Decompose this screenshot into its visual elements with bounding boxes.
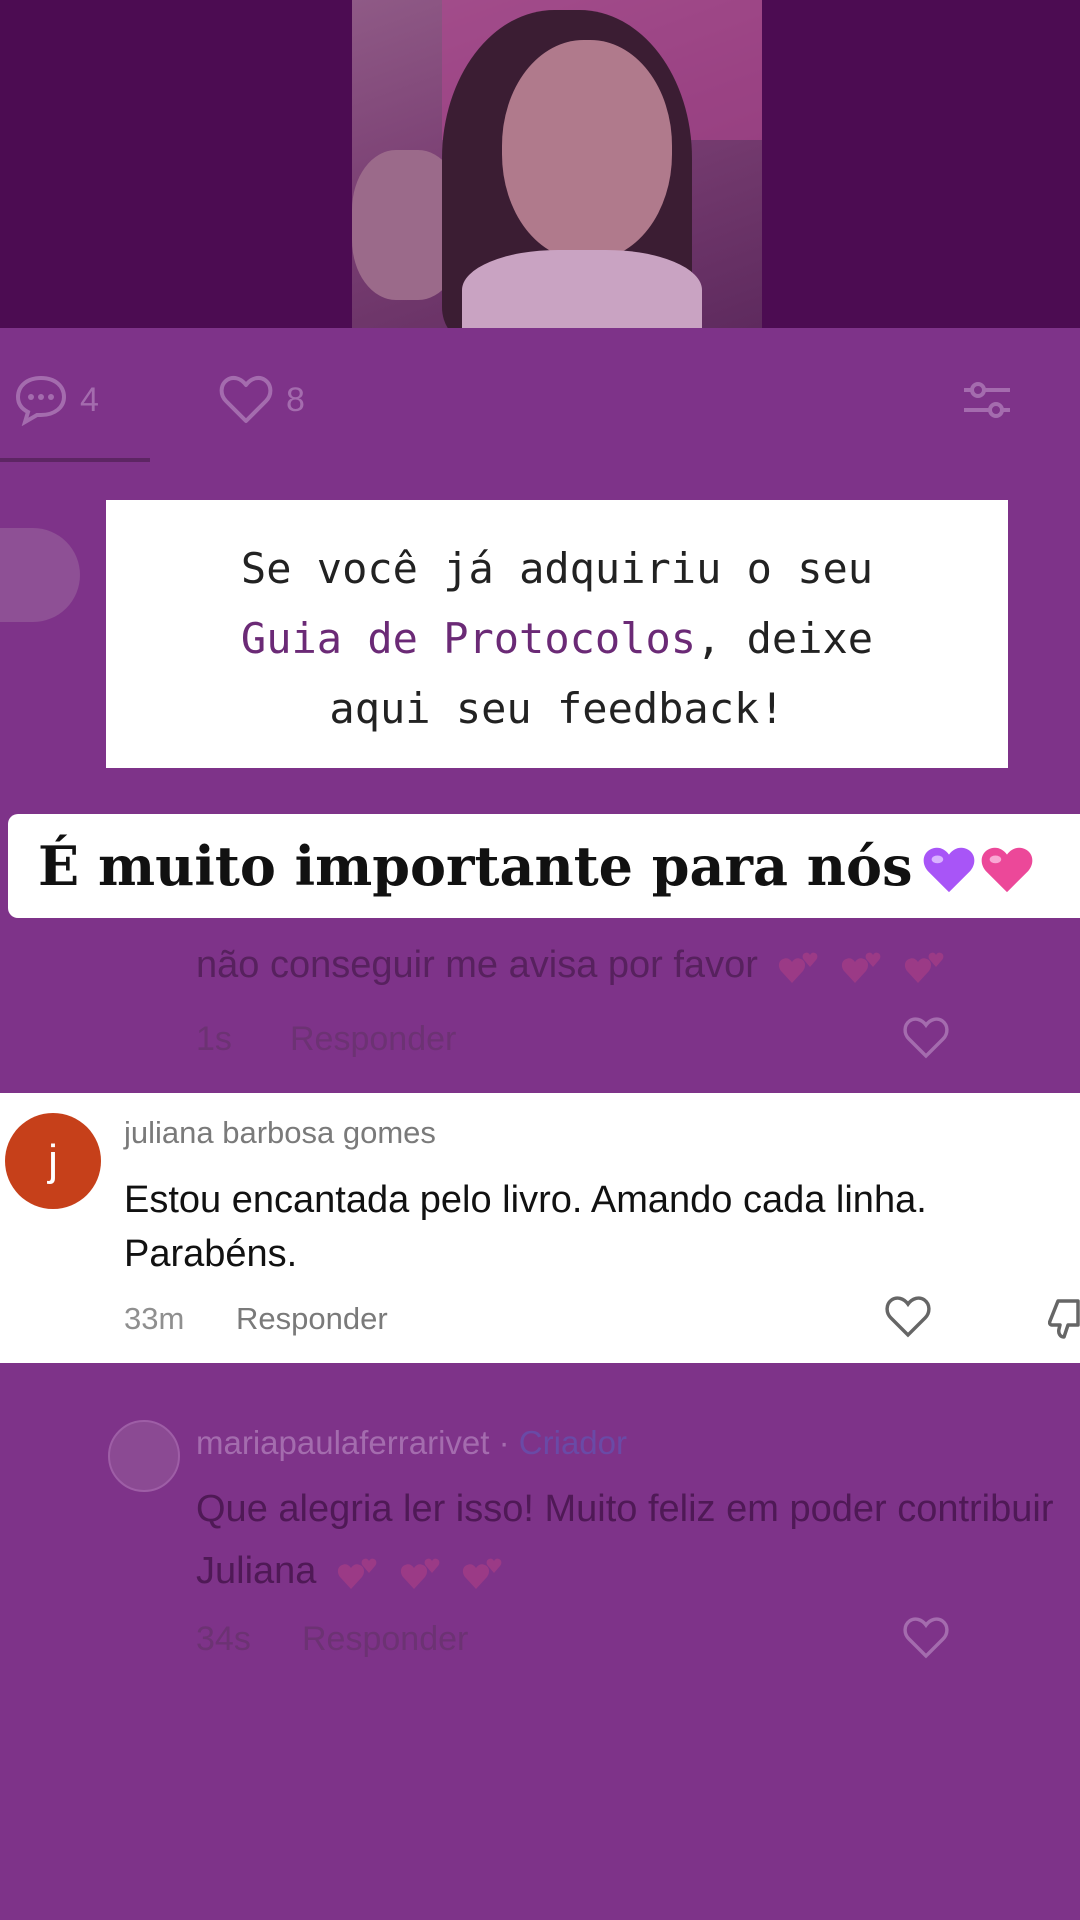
dislike-icon[interactable] — [1048, 1297, 1080, 1341]
background-comment-text: não conseguir me avisa por favor — [196, 944, 946, 987]
two-hearts-emoji — [904, 952, 943, 983]
creator-tag: Criador — [518, 1424, 627, 1461]
card-line-2: Guia de Protocolos, deixe — [240, 614, 874, 663]
pink-heart-emoji — [982, 847, 1033, 893]
heart-icon[interactable] — [902, 1016, 950, 1060]
comment-icon — [15, 375, 67, 426]
avatar[interactable]: j — [5, 1113, 101, 1209]
heart-icon — [219, 375, 273, 423]
comments-stat[interactable]: 4 — [14, 370, 99, 430]
banner-text: É muito importante para nós — [38, 834, 913, 898]
two-hearts-emoji — [841, 952, 881, 983]
guide-highlight: Guia de Protocolos — [240, 614, 697, 663]
likes-count: 8 — [286, 380, 305, 419]
creator-reply-text: Que alegria ler isso! Muito feliz em pod… — [196, 1488, 1054, 1592]
comment-username[interactable]: juliana barbosa gomes — [124, 1115, 436, 1151]
two-hearts-emoji — [779, 952, 818, 983]
filter-icon — [964, 382, 1010, 418]
comments-count: 4 — [80, 380, 99, 419]
likes-stat[interactable]: 8 — [218, 370, 305, 430]
comment-time: 33m — [124, 1301, 185, 1336]
highlighted-comment: j juliana barbosa gomes Estou encantada … — [0, 1093, 1080, 1363]
comment-text: Estou encantada pelo livro. Amando cada … — [124, 1179, 927, 1275]
two-hearts-emoji — [463, 1558, 502, 1589]
commenter-avatar — [0, 528, 80, 622]
feedback-card: Se você já adquiriu o seu Guia de Protoc… — [106, 500, 1008, 768]
creator-avatar[interactable] — [108, 1420, 180, 1492]
two-hearts-emoji — [337, 1558, 377, 1589]
background-comment-time: 1s — [196, 1020, 232, 1058]
importance-banner: É muito importante para nós — [8, 814, 1080, 918]
card-line-3: aqui seu feedback! — [329, 684, 785, 733]
heart-icon[interactable] — [884, 1295, 932, 1339]
video-thumbnail[interactable] — [352, 0, 762, 328]
reply-button[interactable]: Responder — [236, 1301, 388, 1337]
heart-icon[interactable] — [902, 1616, 950, 1660]
creator-reply-time: 34s — [196, 1620, 251, 1658]
creator-reply-button[interactable]: Responder — [302, 1620, 468, 1659]
background-comment-reply[interactable]: Responder — [290, 1020, 456, 1059]
purple-heart-emoji — [924, 847, 975, 893]
tab-underline — [0, 458, 150, 462]
action-row: 4 8 — [0, 370, 1080, 430]
creator-username[interactable]: mariapaulaferrarivet · Criador — [196, 1424, 627, 1462]
card-line-1: Se você já adquiriu o seu — [240, 544, 874, 593]
two-hearts-emoji — [400, 1558, 439, 1589]
filter-button[interactable] — [960, 370, 1026, 430]
